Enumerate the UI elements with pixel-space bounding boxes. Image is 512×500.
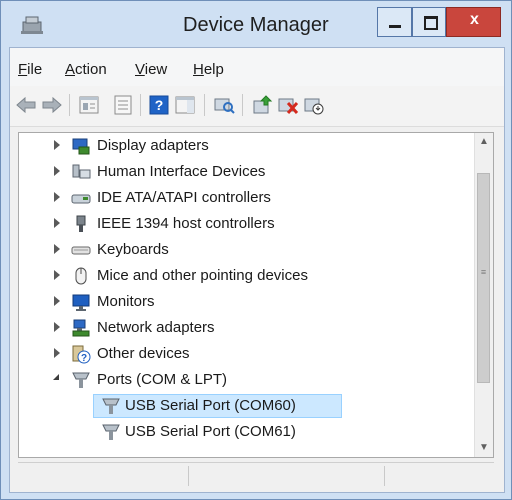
tree-item-label: Keyboards: [97, 241, 169, 258]
tree-item-ieee1394[interactable]: IEEE 1394 host controllers: [19, 211, 475, 237]
status-pane: [188, 466, 385, 486]
tree-item-other-devices[interactable]: ? Other devices: [19, 341, 475, 367]
expand-arrow-icon[interactable]: [54, 140, 60, 150]
tree-item-display-adapters[interactable]: Display adapters: [19, 133, 475, 159]
menu-help[interactable]: Help: [193, 61, 224, 78]
tree-item-label: Network adapters: [97, 319, 215, 336]
expand-arrow-icon[interactable]: [54, 192, 60, 202]
toolbar: ?: [10, 86, 504, 127]
tree-item-label: USB Serial Port (COM60): [125, 397, 296, 414]
serial-port-icon: [102, 424, 120, 440]
ieee1394-icon: [76, 215, 86, 232]
back-arrow-icon[interactable]: [14, 93, 38, 117]
toolbar-separator: [242, 94, 243, 116]
scroll-up-arrow-icon[interactable]: ▲: [475, 133, 493, 151]
serial-port-icon: [102, 398, 120, 414]
svg-text:?: ?: [155, 97, 164, 113]
expand-arrow-icon[interactable]: [54, 296, 60, 306]
mouse-icon: [75, 267, 87, 285]
action-pane-icon[interactable]: [173, 93, 197, 117]
tree-item-keyboards[interactable]: Keyboards: [19, 237, 475, 263]
status-pane: [18, 466, 189, 486]
collapse-arrow-icon[interactable]: [53, 374, 59, 380]
tree-item-usb-serial-com60[interactable]: USB Serial Port (COM60): [19, 393, 475, 419]
expand-arrow-icon[interactable]: [54, 244, 60, 254]
network-adapter-icon: [72, 319, 90, 337]
tree-item-label: Other devices: [97, 345, 190, 362]
tree-item-label: Human Interface Devices: [97, 163, 266, 180]
ide-controller-icon: [71, 194, 91, 204]
disable-device-icon[interactable]: [302, 93, 326, 117]
monitor-icon: [72, 294, 90, 311]
help-icon[interactable]: ?: [147, 93, 171, 117]
expand-arrow-icon[interactable]: [54, 166, 60, 176]
forward-arrow-icon[interactable]: [40, 93, 64, 117]
tree-item-mice[interactable]: Mice and other pointing devices: [19, 263, 475, 289]
minimize-button[interactable]: [377, 7, 412, 37]
window-title: Device Manager: [183, 14, 329, 36]
status-bar: [18, 462, 494, 489]
svg-text:?: ?: [81, 353, 87, 364]
tree-item-network-adapters[interactable]: Network adapters: [19, 315, 475, 341]
scan-hardware-icon[interactable]: [212, 93, 236, 117]
maximize-button[interactable]: [412, 7, 446, 37]
unknown-device-icon: ?: [72, 345, 91, 364]
display-adapter-icon: [72, 138, 90, 155]
expand-arrow-icon[interactable]: [54, 322, 60, 332]
scroll-thumb[interactable]: ≡: [477, 173, 490, 383]
close-button[interactable]: x: [446, 7, 501, 37]
tree-item-label: IEEE 1394 host controllers: [97, 215, 275, 232]
menu-file[interactable]: File: [18, 61, 42, 78]
toolbar-separator: [204, 94, 205, 116]
device-tree[interactable]: Display adapters Human Interface Devices…: [18, 132, 494, 458]
toolbar-separator: [140, 94, 141, 116]
keyboard-icon: [71, 246, 91, 255]
expand-arrow-icon[interactable]: [54, 218, 60, 228]
expand-arrow-icon[interactable]: [54, 270, 60, 280]
tree-item-label: USB Serial Port (COM61): [125, 423, 296, 440]
maximize-icon: [424, 16, 438, 30]
uninstall-device-icon[interactable]: [276, 93, 300, 117]
update-driver-icon[interactable]: [250, 93, 274, 117]
port-icon: [72, 372, 90, 388]
device-manager-app-icon: [21, 16, 43, 34]
tree-item-label: Ports (COM & LPT): [97, 371, 228, 388]
tree-item-label: IDE ATA/ATAPI controllers: [97, 189, 271, 206]
close-icon: x: [470, 11, 479, 28]
tree-item-usb-serial-com61[interactable]: USB Serial Port (COM61): [19, 419, 475, 445]
tree-item-human-interface-devices[interactable]: Human Interface Devices: [19, 159, 475, 185]
tree-item-label: Display adapters: [97, 137, 209, 154]
toolbar-separator: [69, 94, 70, 116]
menu-view[interactable]: View: [135, 61, 167, 78]
menu-action[interactable]: Action: [65, 61, 107, 78]
tree-item-ports[interactable]: Ports (COM & LPT): [19, 367, 475, 393]
properties-window-icon[interactable]: [77, 93, 101, 117]
tree-item-label: Mice and other pointing devices: [97, 267, 308, 284]
menu-bar: File Action View Help: [10, 48, 504, 86]
tree-item-label: Monitors: [97, 293, 155, 310]
vertical-scrollbar[interactable]: ▲ ≡ ▼: [474, 133, 493, 457]
client-area: File Action View Help ? Display adapters…: [9, 47, 505, 493]
show-hidden-icon[interactable]: [111, 93, 135, 117]
tree-item-monitors[interactable]: Monitors: [19, 289, 475, 315]
scroll-down-arrow-icon[interactable]: ▼: [475, 439, 493, 457]
grip-icon: ≡: [480, 267, 487, 277]
expand-arrow-icon[interactable]: [54, 348, 60, 358]
minimize-icon: [389, 25, 401, 28]
title-bar[interactable]: Device Manager x: [1, 1, 511, 47]
tree-item-ide-controllers[interactable]: IDE ATA/ATAPI controllers: [19, 185, 475, 211]
hid-icon: [72, 164, 91, 179]
device-manager-window: Device Manager x File Action View Help ?…: [0, 0, 512, 500]
